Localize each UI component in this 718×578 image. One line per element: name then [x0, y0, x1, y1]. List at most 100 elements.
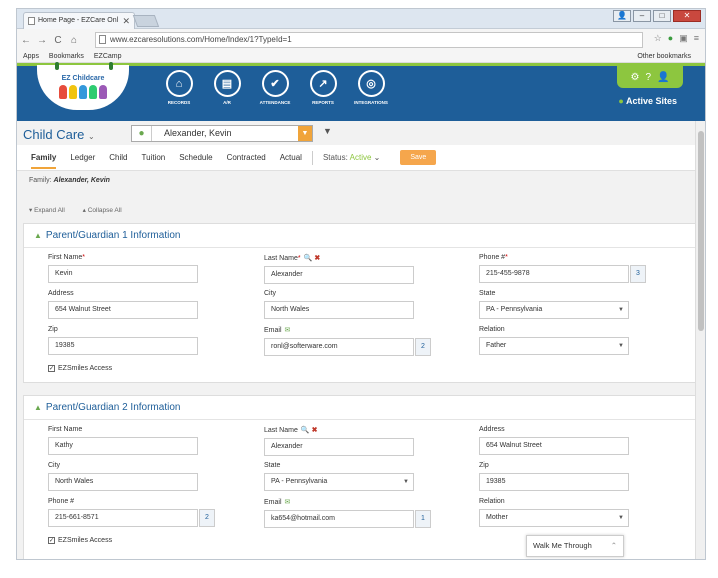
g2-address-input[interactable]: 654 Walnut Street	[479, 437, 629, 455]
envelope-icon[interactable]: ✉	[285, 327, 291, 334]
scrollbar[interactable]	[695, 121, 705, 559]
person-selector[interactable]: ● Alexander, Kevin ▼	[131, 125, 313, 142]
bookmark-ezcamp[interactable]: EZCamp	[94, 53, 122, 60]
input-value: Alexander	[271, 443, 303, 450]
g1-ezsmiles-checkbox[interactable]: ✓ EZSmiles Access	[48, 365, 112, 372]
g1-last-name-input[interactable]: Alexander	[264, 266, 414, 284]
g1-last-name-field: Last Name* 🔍 ✖ Alexander	[264, 254, 414, 284]
nav-attendance[interactable]: ✔ ATTENDANCE	[257, 70, 293, 105]
g2-ezsmiles-checkbox[interactable]: ✓ EZSmiles Access	[48, 537, 112, 544]
minimize-button[interactable]: –	[633, 10, 651, 22]
g2-zip-input[interactable]: 19385	[479, 473, 629, 491]
user-icon[interactable]: 👤	[613, 10, 631, 22]
input-value: 19385	[486, 478, 506, 485]
caret-down-icon: ▼	[403, 479, 409, 485]
nav-integrations[interactable]: ◎ INTEGRATIONS	[353, 70, 389, 105]
help-icon[interactable]: ?	[645, 72, 651, 83]
g2-first-name-input[interactable]: Kathy	[48, 437, 198, 455]
tab-schedule[interactable]: Schedule	[179, 146, 212, 169]
caret-down-icon: ▼	[618, 515, 624, 521]
g1-state-select[interactable]: PA - Pennsylvania ▼	[479, 301, 629, 319]
gear-icon[interactable]: ⚙	[631, 72, 640, 83]
address-bar[interactable]: www.ezcaresolutions.com/Home/Index/1?Typ…	[95, 32, 643, 48]
chevron-down-icon[interactable]: ▼	[298, 126, 312, 141]
field-label: City	[48, 462, 61, 469]
maximize-button[interactable]: □	[653, 10, 671, 22]
g1-zip-input[interactable]: 19385	[48, 337, 198, 355]
g2-city-input[interactable]: North Wales	[48, 473, 198, 491]
checkbox-label: EZSmiles Access	[58, 537, 113, 544]
home-icon[interactable]: ⌂	[69, 35, 79, 46]
browser-tab[interactable]: Home Page - EZCare Onl ✕	[23, 12, 135, 29]
location-pin-icon: ●	[618, 96, 624, 106]
close-window-button[interactable]: ✕	[673, 10, 701, 22]
bookmark-bookmarks[interactable]: Bookmarks	[49, 53, 84, 60]
g1-first-name-input[interactable]: Kevin	[48, 265, 198, 283]
search-icon[interactable]: 🔍	[301, 427, 310, 434]
nav-records[interactable]: ⌂ RECORDS	[161, 70, 197, 105]
clear-icon[interactable]: ✖	[314, 255, 320, 262]
walk-me-through-button[interactable]: Walk Me Through ⌃	[526, 535, 624, 557]
forward-icon[interactable]: →	[37, 35, 47, 46]
user-icon[interactable]: 👤	[657, 72, 669, 83]
ledger-icon: ▤	[213, 70, 241, 97]
count-badge[interactable]: 3	[630, 265, 646, 283]
g2-phone-input[interactable]: 215-661-8571 2	[48, 509, 215, 527]
g2-state-select[interactable]: PA - Pennsylvania ▼	[264, 473, 414, 491]
panel-title: Parent/Guardian 1 Information	[45, 230, 181, 241]
window-controls: 👤 – □ ✕	[613, 10, 701, 22]
save-button[interactable]: Save	[400, 150, 437, 165]
close-tab-icon[interactable]: ✕	[122, 13, 130, 29]
tab-ledger[interactable]: Ledger	[70, 146, 95, 169]
tab-family[interactable]: Family	[31, 146, 57, 169]
page-icon	[28, 17, 35, 25]
field-label: Zip	[48, 326, 58, 333]
g2-relation-select[interactable]: Mother ▼	[479, 509, 629, 527]
logo[interactable]: EZ Childcare	[37, 62, 129, 110]
g2-email-input[interactable]: ka654@hotmail.com 1	[264, 510, 431, 528]
g1-city-input[interactable]: North Wales	[264, 301, 414, 319]
active-sites-link[interactable]: ● Active Sites	[618, 96, 677, 106]
g2-last-name-input[interactable]: Alexander	[264, 438, 414, 456]
extension-icon[interactable]: ●	[668, 33, 673, 44]
filter-icon[interactable]: ▼	[323, 126, 332, 136]
tab-tuition[interactable]: Tuition	[142, 146, 166, 169]
count-badge[interactable]: 2	[199, 509, 215, 527]
reload-icon[interactable]: C	[53, 35, 63, 46]
tab-contracted[interactable]: Contracted	[227, 146, 266, 169]
checkbox-label: EZSmiles Access	[58, 365, 113, 372]
g1-phone-input[interactable]: 215-455-9878 3	[479, 265, 646, 283]
g1-email-input[interactable]: ronl@softerware.com 2	[264, 338, 431, 356]
collapse-all-link[interactable]: ▴ Collapse All	[83, 207, 130, 214]
guardian1-header[interactable]: ▲ Parent/Guardian 1 Information	[24, 224, 696, 248]
input-value: Alexander	[271, 271, 303, 278]
g1-relation-select[interactable]: Father ▼	[479, 337, 629, 355]
nav-reports[interactable]: ↗ REPORTS	[305, 70, 341, 105]
tab-title: Home Page - EZCare Onl	[38, 17, 119, 24]
g1-state-field: State PA - Pennsylvania ▼	[479, 290, 629, 319]
scrollbar-thumb[interactable]	[698, 131, 704, 331]
guardian2-header[interactable]: ▲ Parent/Guardian 2 Information	[24, 396, 696, 420]
module-selector[interactable]: Child Care ⌄	[23, 127, 95, 142]
expand-all-link[interactable]: ▾ Expand All	[29, 207, 73, 214]
new-tab-button[interactable]	[132, 15, 160, 27]
clear-icon[interactable]: ✖	[312, 427, 318, 434]
tab-actual[interactable]: Actual	[280, 146, 302, 169]
status-selector[interactable]: Status: Active ⌄	[323, 153, 380, 162]
envelope-icon[interactable]: ✉	[285, 499, 291, 506]
logo-text: EZ Childcare	[61, 75, 105, 82]
input-value: Kevin	[55, 270, 73, 277]
other-bookmarks[interactable]: Other bookmarks	[637, 51, 691, 62]
search-icon[interactable]: 🔍	[304, 255, 313, 262]
tab-child[interactable]: Child	[109, 146, 127, 169]
star-icon[interactable]: ☆	[654, 33, 662, 44]
nav-ar[interactable]: ▤ A/R	[209, 70, 245, 105]
bookmark-apps[interactable]: Apps	[23, 53, 39, 60]
back-icon[interactable]: ←	[21, 35, 31, 46]
extension-icon-2[interactable]: ▣	[679, 33, 688, 44]
count-badge[interactable]: 1	[415, 510, 431, 528]
count-badge[interactable]: 2	[415, 338, 431, 356]
menu-icon[interactable]: ≡	[694, 33, 699, 44]
g1-address-input[interactable]: 654 Walnut Street	[48, 301, 198, 319]
expand-all-label: Expand All	[34, 207, 65, 214]
